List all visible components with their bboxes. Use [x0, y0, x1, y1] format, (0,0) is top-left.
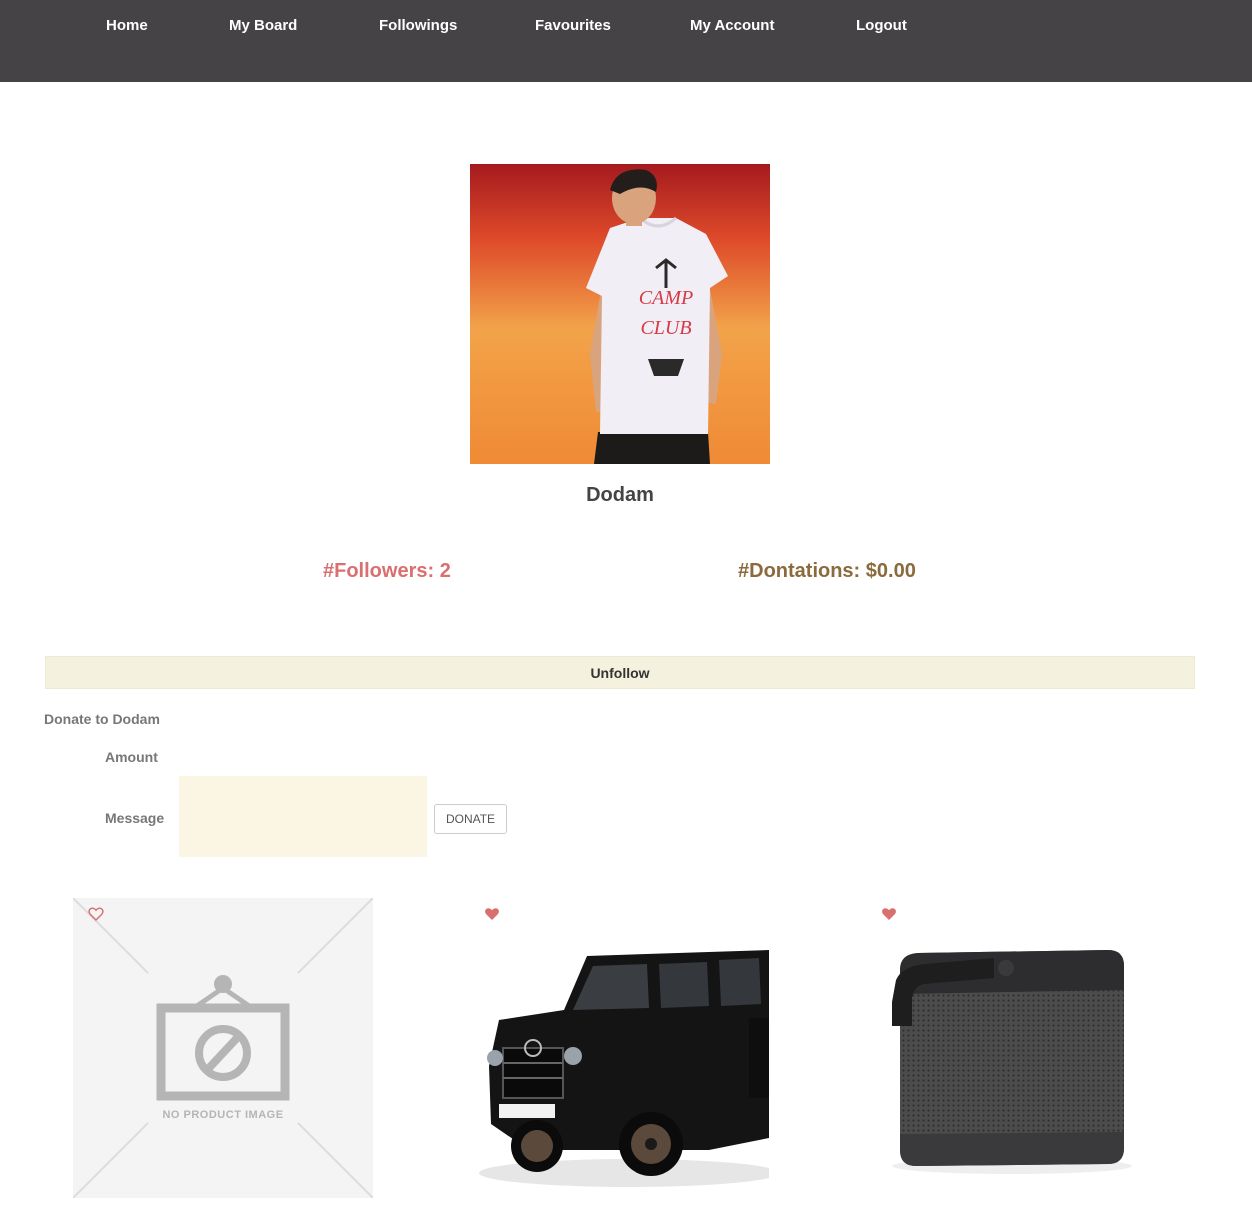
donations-total: #Dontations: $0.00 — [738, 560, 916, 582]
heart-filled-icon[interactable] — [881, 906, 897, 922]
followers-count: #Followers: 2 — [323, 560, 451, 582]
amount-label: Amount — [105, 749, 158, 765]
nav-favourites[interactable]: Favourites — [535, 17, 611, 34]
unfollow-button[interactable]: Unfollow — [45, 656, 1195, 689]
nav-home[interactable]: Home — [106, 17, 148, 34]
nav-my-board[interactable]: My Board — [229, 17, 297, 34]
nav-followings[interactable]: Followings — [379, 17, 457, 34]
message-input[interactable] — [179, 776, 427, 857]
message-label: Message — [105, 810, 165, 826]
top-navbar: Home My Board Followings Favourites My A… — [0, 0, 1252, 82]
speaker-product-image — [866, 898, 1166, 1198]
nav-logout[interactable]: Logout — [856, 17, 907, 34]
heart-outline-icon[interactable] — [88, 906, 104, 922]
nav-my-account[interactable]: My Account — [690, 17, 774, 34]
profile-photo: CAMP CLUB — [470, 164, 770, 464]
product-card[interactable] — [866, 898, 1166, 1198]
no-product-image-text: NO PRODUCT IMAGE — [162, 1109, 284, 1121]
product-card[interactable]: NO PRODUCT IMAGE — [73, 898, 373, 1198]
svg-text:CLUB: CLUB — [640, 317, 691, 339]
no-product-image-placeholder — [73, 898, 373, 1198]
profile-name: Dodam — [586, 484, 654, 506]
donate-button[interactable]: DONATE — [434, 804, 507, 834]
donate-section-title: Donate to Dodam — [44, 711, 160, 727]
product-card[interactable] — [469, 898, 769, 1198]
heart-filled-icon[interactable] — [484, 906, 500, 922]
suv-product-image — [469, 898, 769, 1198]
svg-text:CAMP: CAMP — [639, 287, 693, 309]
